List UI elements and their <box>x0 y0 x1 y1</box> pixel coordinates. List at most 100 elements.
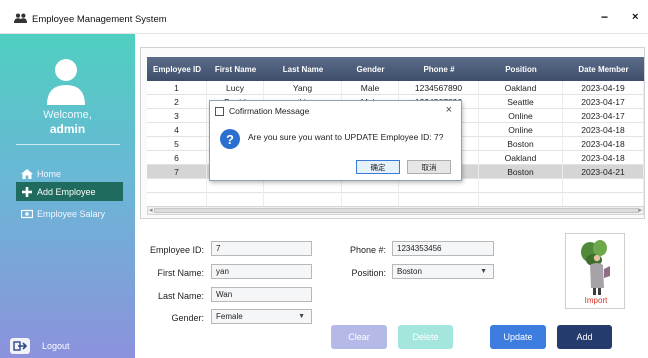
table-cell: 7 <box>147 165 207 179</box>
users-icon <box>14 13 27 23</box>
table-cell: 2023-04-21 <box>563 165 644 179</box>
column-header-employee-id[interactable]: Employee ID <box>147 57 207 81</box>
table-cell: 2023-04-17 <box>563 109 644 123</box>
first-name-field[interactable]: yan <box>211 264 312 279</box>
table-cell: 2 <box>147 95 207 109</box>
chevron-down-icon: ▼ <box>298 313 305 320</box>
delete-button[interactable]: Delete <box>398 325 453 349</box>
dialog-title-bar: Cofirmation Message <box>215 106 309 116</box>
dialog-body: ? Are you sure you want to UPDATE Employ… <box>210 121 461 180</box>
sidebar-item-home[interactable]: Home <box>16 164 123 183</box>
table-cell: Oakland <box>479 81 563 95</box>
window-title: Employee Management System <box>32 14 167 25</box>
table-cell <box>399 179 479 193</box>
table-cell: 4 <box>147 123 207 137</box>
money-icon <box>21 209 33 218</box>
table-cell <box>147 193 207 207</box>
position-select[interactable]: Boston ▼ <box>392 264 494 279</box>
sidebar-item-label: Add Employee <box>37 186 96 197</box>
photo-import-box[interactable]: Import <box>565 233 625 309</box>
table-cell: 2023-04-18 <box>563 123 644 137</box>
empty-table-row <box>147 193 644 207</box>
table-row[interactable]: 1 Lucy Yang Male 1234567890 Oakland 2023-04-19 <box>147 81 644 95</box>
sidebar: Welcome, admin Home Add Employee Employe… <box>0 34 135 358</box>
gender-selected-value: Female <box>216 312 243 321</box>
logout-label: Logout <box>42 341 70 351</box>
table-cell: 1 <box>147 81 207 95</box>
sidebar-item-label: Home <box>37 168 62 179</box>
column-header-phone[interactable]: Phone # <box>399 57 479 81</box>
table-cell: 2023-04-17 <box>563 95 644 109</box>
username-label: admin <box>49 122 86 136</box>
dialog-message: Are you sure you want to UPDATE Employee… <box>248 132 444 142</box>
table-cell: Yang <box>264 81 342 95</box>
table-header: Employee ID First Name Last Name Gender … <box>147 57 644 81</box>
question-icon: ? <box>220 129 240 149</box>
empty-table-row <box>147 179 644 193</box>
table-cell: 5 <box>147 137 207 151</box>
table-cell: Boston <box>479 165 563 179</box>
table-cell: 2023-04-18 <box>563 137 644 151</box>
minimize-button[interactable]: − <box>601 10 608 24</box>
scroll-right-icon[interactable]: ▸ <box>638 206 642 214</box>
employee-photo <box>581 240 610 295</box>
employee-id-label: Employee ID: <box>149 245 204 255</box>
table-cell: Male <box>342 81 399 95</box>
last-name-field[interactable]: Wan <box>211 287 312 302</box>
close-window-button[interactable]: × <box>632 11 638 23</box>
scroll-left-icon[interactable]: ◂ <box>149 206 153 214</box>
gender-select[interactable]: Female ▼ <box>211 309 312 324</box>
table-cell: 6 <box>147 151 207 165</box>
table-cell: Boston <box>479 137 563 151</box>
sidebar-divider <box>16 144 120 145</box>
column-header-last-name[interactable]: Last Name <box>264 57 342 81</box>
gender-label: Gender: <box>171 313 204 323</box>
update-button[interactable]: Update <box>490 325 546 349</box>
table-cell: Online <box>479 123 563 137</box>
sidebar-item-employee-salary[interactable]: Employee Salary <box>16 204 123 223</box>
horizontal-scrollbar[interactable]: ◂ ▸ <box>147 206 644 215</box>
clear-button[interactable]: Clear <box>331 325 387 349</box>
first-name-label: First Name: <box>157 268 204 278</box>
table-cell <box>342 193 399 207</box>
position-selected-value: Boston <box>397 267 422 276</box>
table-cell <box>264 193 342 207</box>
dialog-ok-button[interactable]: 确定 <box>356 160 400 174</box>
table-cell <box>563 179 644 193</box>
user-avatar-icon <box>47 59 85 105</box>
scrollbar-thumb[interactable] <box>154 208 639 213</box>
sidebar-item-add-employee[interactable]: Add Employee <box>16 182 123 201</box>
title-bar: Employee Management System − × <box>0 0 648 34</box>
table-cell: 2023-04-18 <box>563 151 644 165</box>
column-header-position[interactable]: Position <box>479 57 563 81</box>
position-label: Position: <box>351 268 386 278</box>
column-header-first-name[interactable]: First Name <box>207 57 264 81</box>
logout-icon <box>10 338 30 354</box>
table-cell <box>147 179 207 193</box>
table-cell <box>342 179 399 193</box>
table-cell <box>264 179 342 193</box>
add-button[interactable]: Add <box>557 325 612 349</box>
phone-label: Phone #: <box>349 245 386 255</box>
table-cell <box>563 193 644 207</box>
dialog-close-icon[interactable]: × <box>446 104 452 116</box>
last-name-label: Last Name: <box>157 291 204 301</box>
chevron-down-icon: ▼ <box>480 268 487 275</box>
phone-field[interactable]: 1234353456 <box>392 241 494 256</box>
table-cell <box>479 193 563 207</box>
table-cell: Lucy <box>207 81 264 95</box>
table-cell: 3 <box>147 109 207 123</box>
plus-icon <box>22 186 32 197</box>
logout-button[interactable]: Logout <box>10 338 70 354</box>
column-header-date-member[interactable]: Date Member <box>563 57 644 81</box>
employee-id-field[interactable]: 7 <box>211 241 312 256</box>
sidebar-item-label: Employee Salary <box>37 208 106 219</box>
confirmation-dialog: Cofirmation Message × ? Are you sure you… <box>209 100 462 181</box>
table-cell: 2023-04-19 <box>563 81 644 95</box>
table-cell <box>399 193 479 207</box>
column-header-gender[interactable]: Gender <box>342 57 399 81</box>
table-cell <box>207 193 264 207</box>
dialog-cancel-button[interactable]: 取消 <box>407 160 451 174</box>
welcome-text: Welcome, <box>43 109 92 121</box>
table-cell: Seattle <box>479 95 563 109</box>
